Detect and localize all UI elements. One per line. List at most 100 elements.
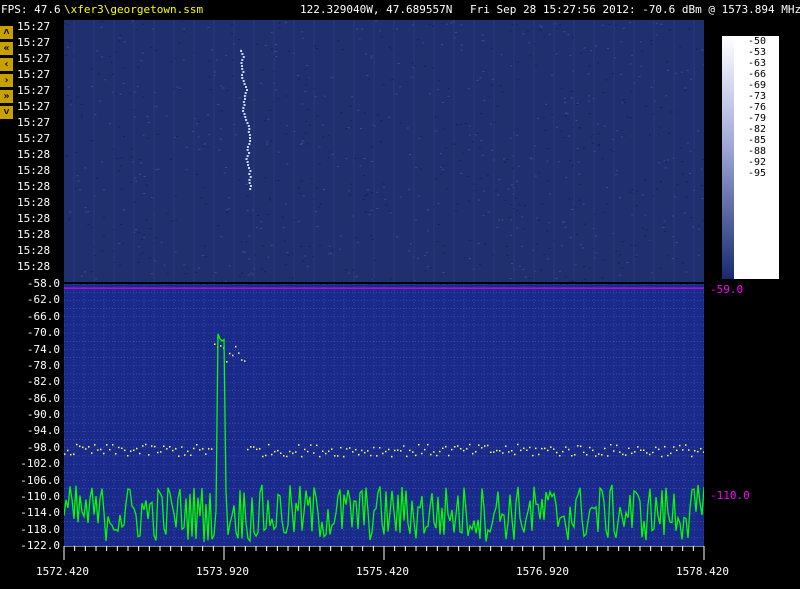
waterfall-noise bbox=[523, 228, 526, 230]
waterfall-noise bbox=[511, 263, 513, 264]
waterfall-noise bbox=[683, 212, 686, 214]
peak-hold-point bbox=[550, 446, 552, 448]
waterfall-noise bbox=[363, 175, 365, 177]
waterfall-noise bbox=[641, 194, 644, 196]
waterfall-noise bbox=[300, 180, 303, 182]
waterfall-noise bbox=[478, 148, 481, 150]
waterfall-noise bbox=[243, 88, 246, 90]
waterfall-noise bbox=[91, 140, 94, 141]
waterfall-noise bbox=[129, 93, 132, 95]
waterfall-noise bbox=[460, 24, 463, 26]
waterfall-noise bbox=[665, 161, 667, 163]
waterfall-noise bbox=[494, 190, 497, 192]
waterfall-noise bbox=[202, 187, 205, 189]
waterfall-noise bbox=[118, 126, 120, 128]
waterfall-noise bbox=[185, 267, 188, 269]
waterfall-noise bbox=[140, 238, 143, 240]
waterfall-noise bbox=[414, 219, 417, 221]
waterfall-noise bbox=[388, 46, 391, 48]
waterfall-noise bbox=[408, 250, 411, 252]
left-arrow-icon[interactable]: ‹ bbox=[0, 58, 13, 71]
waterfall-noise bbox=[441, 169, 444, 170]
right-arrow-icon[interactable]: › bbox=[0, 74, 13, 87]
double-right-icon[interactable]: » bbox=[0, 90, 13, 103]
y-tick-label: -58.0 bbox=[26, 277, 60, 290]
waterfall-noise bbox=[147, 122, 150, 123]
waterfall-noise bbox=[509, 278, 512, 279]
peak-hold-point bbox=[646, 452, 648, 454]
waterfall-noise bbox=[595, 45, 598, 47]
waterfall-noise bbox=[304, 132, 307, 134]
waterfall-noise bbox=[323, 189, 325, 190]
waterfall-noise bbox=[648, 240, 651, 242]
waterfall-noise bbox=[429, 93, 432, 95]
waterfall-noise bbox=[701, 198, 704, 199]
waterfall-noise bbox=[176, 136, 179, 137]
down-arrow-icon[interactable]: ˅ bbox=[0, 106, 13, 119]
waterfall-noise bbox=[419, 168, 422, 170]
waterfall-noise bbox=[418, 195, 421, 197]
waterfall-noise bbox=[418, 137, 421, 139]
waterfall-noise bbox=[318, 146, 321, 148]
peak-hold-point bbox=[658, 448, 660, 451]
waterfall-noise bbox=[446, 188, 449, 190]
waterfall-noise bbox=[220, 110, 223, 112]
waterfall-noise bbox=[301, 142, 304, 144]
waterfall-noise bbox=[516, 128, 519, 130]
waterfall-noise bbox=[305, 120, 308, 122]
peak-hold-point bbox=[142, 445, 144, 447]
waterfall-noise bbox=[149, 257, 152, 259]
waterfall-noise bbox=[103, 217, 105, 219]
waterfall-noise bbox=[94, 113, 97, 115]
waterfall-noise bbox=[568, 198, 571, 200]
waterfall-noise bbox=[117, 40, 120, 42]
waterfall-noise bbox=[306, 64, 308, 66]
waterfall-noise bbox=[478, 199, 481, 201]
waterfall-noise bbox=[439, 166, 442, 168]
waterfall-signal bbox=[249, 176, 252, 178]
waterfall-noise bbox=[66, 155, 69, 156]
spectrum-plot[interactable] bbox=[64, 284, 704, 546]
nav-controls: ˄ « ‹ › » ˅ bbox=[0, 20, 16, 120]
y-tick-label: -70.0 bbox=[26, 326, 60, 340]
waterfall-display[interactable] bbox=[64, 20, 704, 282]
waterfall-noise bbox=[274, 89, 277, 91]
up-arrow-icon[interactable]: ˄ bbox=[0, 26, 13, 39]
waterfall-noise bbox=[65, 54, 68, 56]
peak-hold-point bbox=[205, 453, 207, 455]
waterfall-noise bbox=[437, 224, 440, 225]
color-scale-label: -88 bbox=[748, 146, 767, 157]
waterfall-noise bbox=[143, 237, 146, 238]
peak-hold-point bbox=[547, 449, 549, 452]
waterfall-noise bbox=[109, 55, 111, 57]
waterfall-noise bbox=[239, 48, 242, 50]
waterfall-noise bbox=[142, 96, 145, 98]
waterfall-noise bbox=[376, 191, 379, 193]
waterfall-noise bbox=[100, 161, 103, 163]
waterfall-signal bbox=[241, 68, 244, 70]
waterfall-noise bbox=[141, 252, 144, 254]
waterfall-noise bbox=[139, 254, 142, 256]
waterfall-noise bbox=[171, 220, 173, 222]
waterfall-noise bbox=[556, 126, 558, 128]
waterfall-noise bbox=[565, 176, 568, 178]
waterfall-noise bbox=[220, 236, 223, 238]
color-scale-label: -82 bbox=[748, 124, 767, 135]
waterfall-noise bbox=[638, 76, 641, 78]
waterfall-noise bbox=[374, 20, 377, 22]
waterfall-noise bbox=[183, 28, 186, 30]
waterfall-noise bbox=[297, 187, 300, 189]
peak-hold-point bbox=[664, 445, 666, 448]
peak-hold-point bbox=[661, 455, 663, 458]
waterfall-noise bbox=[468, 200, 470, 202]
waterfall-noise bbox=[482, 70, 485, 72]
waterfall-noise bbox=[523, 205, 526, 207]
waterfall-noise bbox=[361, 28, 364, 30]
peak-hold-point bbox=[487, 444, 489, 447]
waterfall-noise bbox=[588, 267, 591, 269]
double-left-icon[interactable]: « bbox=[0, 42, 13, 55]
waterfall-noise bbox=[544, 130, 547, 131]
peak-hold-point bbox=[514, 453, 516, 456]
waterfall-noise bbox=[546, 160, 549, 162]
waterfall-noise bbox=[316, 187, 319, 189]
